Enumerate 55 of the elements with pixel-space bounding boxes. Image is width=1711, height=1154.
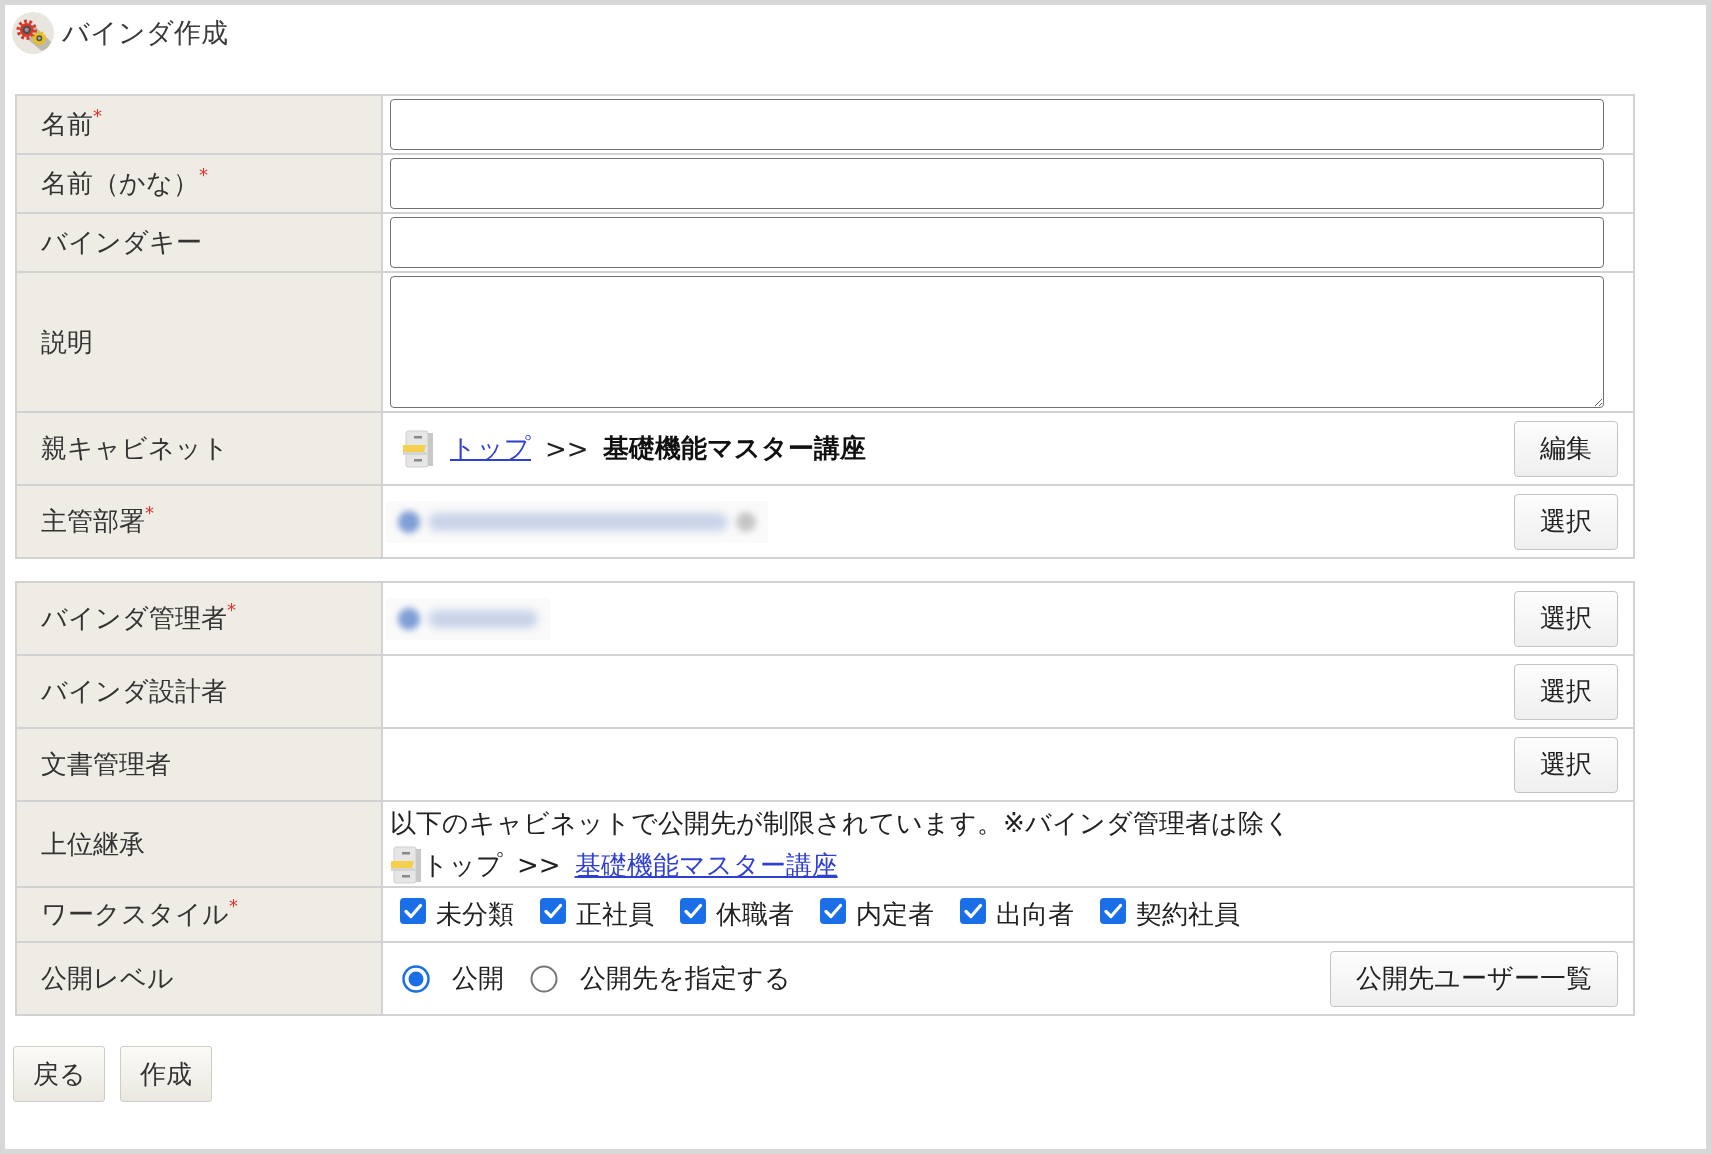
cabinet-icon <box>390 846 422 884</box>
field-label: バインダ設計者 <box>41 676 227 706</box>
checkbox[interactable] <box>680 897 706 924</box>
radio-button[interactable] <box>530 964 558 993</box>
gears-icon <box>12 12 54 54</box>
field-label: バインダキー <box>41 227 202 257</box>
select-button[interactable]: 選択 <box>1514 493 1618 550</box>
checkbox[interactable] <box>540 897 566 924</box>
field-label: 文書管理者 <box>41 749 171 779</box>
radio-label: 公開先を指定する <box>580 962 791 995</box>
breadcrumb-separator: >> <box>545 433 589 464</box>
radio-label: 公開 <box>452 962 504 995</box>
field-label: 名前 <box>41 109 93 139</box>
field-label: 親キャビネット <box>41 433 229 463</box>
checkbox[interactable] <box>1100 897 1126 924</box>
breadcrumb-current: 基礎機能マスター講座 <box>602 432 866 465</box>
required-mark: * <box>227 599 236 620</box>
back-button[interactable]: 戻る <box>13 1046 105 1102</box>
edit-button[interactable]: 編集 <box>1514 420 1618 477</box>
checkbox[interactable] <box>960 897 986 924</box>
create-button[interactable]: 作成 <box>120 1046 212 1102</box>
user-list-button[interactable]: 公開先ユーザー一覧 <box>1330 950 1618 1007</box>
field-label: 説明 <box>41 326 93 357</box>
breadcrumb-item: トップ <box>422 848 503 882</box>
checkbox[interactable] <box>820 897 846 924</box>
checkbox[interactable] <box>400 897 426 924</box>
checkbox-label: 出向者 <box>996 898 1074 931</box>
checkbox-label: 未分類 <box>436 898 514 931</box>
checkbox-label: 休職者 <box>716 898 794 931</box>
text-field[interactable] <box>390 217 1604 268</box>
radio-button[interactable] <box>402 964 430 993</box>
field-label: 名前（かな） <box>41 168 199 198</box>
text-field[interactable] <box>390 99 1604 150</box>
field-label: 上位継承 <box>41 828 145 859</box>
field-label: 公開レベル <box>41 963 174 993</box>
required-mark: * <box>145 502 154 523</box>
inheritance-note: 以下のキャビネットで公開先が制限されています。※バインダ管理者は除く <box>390 807 1291 840</box>
select-button[interactable]: 選択 <box>1514 663 1618 720</box>
page-title: バインダ作成 <box>62 16 228 50</box>
required-mark: * <box>229 895 238 916</box>
field-label: バインダ管理者 <box>41 603 227 633</box>
cabinet-icon <box>402 429 434 468</box>
select-button[interactable]: 選択 <box>1514 590 1618 647</box>
checkbox-label: 正社員 <box>576 898 654 931</box>
checkbox-label: 内定者 <box>856 898 934 931</box>
field-label: ワークスタイル <box>41 899 229 929</box>
required-mark: * <box>199 164 208 185</box>
select-button[interactable]: 選択 <box>1514 736 1618 793</box>
required-mark: * <box>93 105 102 126</box>
text-field[interactable] <box>390 158 1604 209</box>
breadcrumb-separator: >> <box>517 850 561 880</box>
breadcrumb-link[interactable]: トップ <box>450 431 531 466</box>
checkbox-label: 契約社員 <box>1136 898 1240 931</box>
field-label: 主管部署 <box>41 506 145 536</box>
breadcrumb-link[interactable]: 基礎機能マスター講座 <box>574 847 838 883</box>
